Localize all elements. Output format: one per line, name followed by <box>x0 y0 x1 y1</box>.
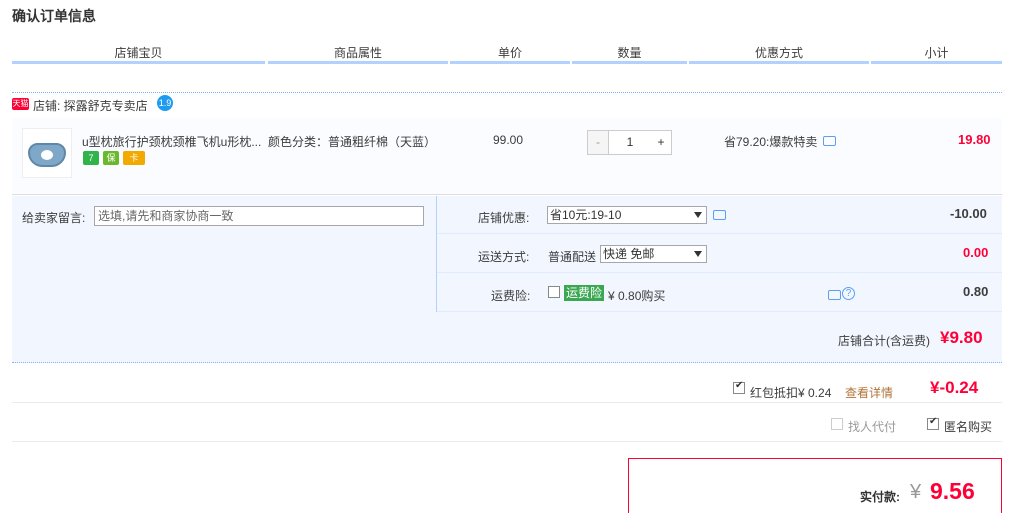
header-attr: 商品属性 <box>268 42 448 64</box>
comment-icon[interactable] <box>713 210 726 220</box>
comment-icon[interactable] <box>828 290 841 300</box>
7-day-return-icon[interactable]: 7 <box>83 151 99 165</box>
shop-coupon-value: 省10元:19-10 <box>550 208 622 222</box>
redpacket-details-link[interactable]: 查看详情 <box>845 384 893 401</box>
shop-coupon-label: 店铺优惠: <box>478 211 530 225</box>
redpacket-label: 红包抵扣¥ 0.24 <box>750 386 832 400</box>
pillow-image-hole <box>41 150 53 160</box>
chevron-down-icon <box>694 212 702 218</box>
insurance-price: ¥ 0.80购买 <box>608 289 666 303</box>
card-icon[interactable]: 卡 <box>123 151 145 165</box>
daifu-label: 找人代付 <box>848 420 897 434</box>
anonymous-checkbox[interactable] <box>927 416 939 430</box>
insurance-checkbox[interactable] <box>548 286 560 298</box>
shipping-select[interactable]: 快递 免邮 <box>600 245 707 263</box>
message-input[interactable]: 选填,请先和商家协商一致 <box>94 206 424 226</box>
shop-total-label: 店铺合计(含运费) <box>838 334 930 348</box>
shop-name[interactable]: 店铺: 探露舒克专卖店 <box>33 97 148 114</box>
quantity-stepper: - 1 + <box>587 130 672 155</box>
insurance-amount: 0.80 <box>963 284 989 299</box>
message-label: 给卖家留言: <box>22 211 86 225</box>
shipping-type: 普通配送 <box>548 250 597 264</box>
tmall-icon: 天猫 <box>12 98 29 110</box>
insurance-tag: 运费险 <box>564 285 605 301</box>
wangwang-icon[interactable]: 1.9 <box>157 95 173 111</box>
header-promo: 优惠方式 <box>689 42 869 64</box>
divider <box>12 441 1002 442</box>
insurance-label: 运费险: <box>491 289 531 303</box>
daifu-checkbox[interactable] <box>831 418 843 430</box>
anonymous-label: 匿名购买 <box>944 420 993 434</box>
divider <box>437 233 1002 234</box>
divider <box>437 311 1002 312</box>
header-qty: 数量 <box>572 42 687 64</box>
item-promo: 省79.20:爆款特卖 <box>724 135 818 149</box>
shop-total-amount: ¥9.80 <box>940 328 983 347</box>
header-item: 店铺宝贝 <box>12 42 265 64</box>
shipping-amount: 0.00 <box>963 245 989 260</box>
item-title-link[interactable]: u型枕旅行护颈枕颈椎飞机u形枕... <box>82 133 262 150</box>
item-attribute: 颜色分类：普通粗纤棉（天蓝） <box>268 135 437 149</box>
guarantee-icon[interactable]: 保 <box>103 151 119 165</box>
item-row <box>12 118 1002 195</box>
divider <box>12 402 1002 403</box>
qty-minus-button[interactable]: - <box>588 131 608 154</box>
comment-icon[interactable] <box>823 136 836 146</box>
item-subtotal: 19.80 <box>958 132 991 147</box>
shipping-label: 运送方式: <box>478 250 530 264</box>
redpacket-checkbox[interactable] <box>733 380 745 394</box>
redpacket-amount: ¥-0.24 <box>930 378 979 397</box>
shipping-value: 快递 免邮 <box>603 247 655 261</box>
chevron-down-icon <box>694 251 702 257</box>
page-title: 确认订单信息 <box>12 8 96 24</box>
shop-coupon-select[interactable]: 省10元:19-10 <box>547 206 707 224</box>
header-subtotal: 小计 <box>871 42 1002 64</box>
help-icon[interactable]: ? <box>842 287 855 300</box>
payment-amount: 9.56 <box>930 478 975 504</box>
shop-coupon-amount: -10.00 <box>950 206 987 221</box>
header-price: 单价 <box>450 42 570 64</box>
item-price: 99.00 <box>493 133 524 147</box>
qty-plus-button[interactable]: + <box>651 131 671 154</box>
qty-input[interactable]: 1 <box>608 131 652 154</box>
payment-label: 实付款: <box>860 490 900 504</box>
table-header: 店铺宝贝 商品属性 单价 数量 优惠方式 小计 <box>12 42 1002 66</box>
payment-currency: ¥ <box>910 481 922 503</box>
divider <box>437 272 1002 273</box>
